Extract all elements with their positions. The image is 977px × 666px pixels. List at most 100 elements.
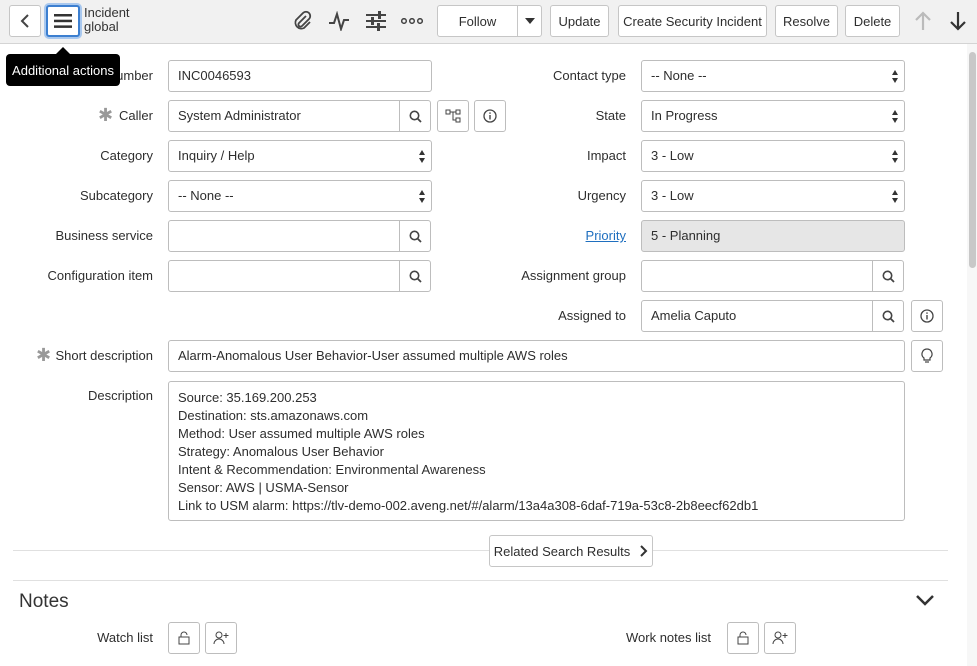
unlock-icon [178, 631, 190, 645]
additional-actions-button[interactable] [46, 5, 80, 37]
add-user-icon [772, 631, 788, 645]
related-search-results-label: Related Search Results [493, 543, 631, 559]
record-scope: global [84, 19, 119, 34]
assignment-group-lookup-button[interactable] [872, 260, 904, 292]
sliders-icon [366, 11, 386, 31]
business-service-lookup-button[interactable] [399, 220, 431, 252]
subcategory-select[interactable]: -- None -- [168, 180, 432, 212]
hamburger-menu-icon [54, 14, 72, 28]
record-table-name: Incident [84, 5, 130, 20]
work-notes-lock-button[interactable] [727, 622, 759, 654]
back-button[interactable] [9, 5, 41, 37]
caller-hierarchy-button[interactable] [437, 100, 469, 132]
priority-link[interactable]: Priority [586, 228, 626, 243]
category-value: Inquiry / Help [178, 148, 255, 163]
assigned-to-field[interactable]: Amelia Caputo [641, 300, 873, 332]
short-description-label: Short description [55, 348, 153, 363]
description-label: Description [87, 388, 153, 403]
work-notes-add-me-button[interactable] [764, 622, 796, 654]
vertical-scrollbar[interactable] [967, 44, 977, 666]
number-value: INC0046593 [178, 68, 251, 83]
assignment-group-label: Assignment group [521, 268, 626, 283]
contact-type-select[interactable]: -- None -- [641, 60, 905, 92]
personalize-form-button[interactable] [361, 6, 391, 36]
chevron-left-icon [20, 14, 29, 28]
impact-label: Impact [586, 148, 626, 163]
business-service-field[interactable] [168, 220, 400, 252]
update-button-label: Update [558, 13, 601, 29]
info-icon [920, 309, 934, 323]
category-select[interactable]: Inquiry / Help [168, 140, 432, 172]
create-security-incident-button[interactable]: Create Security Incident [618, 5, 767, 37]
configuration-item-label: Configuration item [47, 268, 154, 283]
assigned-to-lookup-button[interactable] [872, 300, 904, 332]
watch-list-label: Watch list [97, 630, 153, 645]
more-options-button[interactable] [397, 6, 427, 36]
org-chart-icon [445, 109, 461, 123]
follow-button-label: Follow [458, 13, 497, 29]
delete-button[interactable]: Delete [845, 5, 900, 37]
configuration-item-field[interactable] [168, 260, 400, 292]
search-icon [882, 270, 895, 283]
description-line: Intent & Recommendation: Environmental A… [178, 462, 486, 477]
activity-stream-button[interactable] [324, 6, 354, 36]
impact-select[interactable]: 3 - Low [641, 140, 905, 172]
search-icon [409, 230, 422, 243]
arrow-down-icon [950, 12, 966, 31]
description-textarea[interactable]: Source: 35.169.200.253 Destination: sts.… [168, 381, 905, 521]
search-icon [409, 270, 422, 283]
next-record-button[interactable] [943, 6, 973, 36]
additional-actions-tooltip: Additional actions [6, 47, 120, 86]
category-label: Category [100, 148, 153, 163]
description-line: Link to USM alarm: https://tlv-demo-002.… [178, 498, 759, 513]
urgency-select[interactable]: 3 - Low [641, 180, 905, 212]
priority-value: 5 - Planning [651, 228, 721, 243]
assigned-to-info-button[interactable] [911, 300, 943, 332]
notes-collapse-button[interactable] [915, 594, 937, 612]
assignment-group-field[interactable] [641, 260, 873, 292]
urgency-value: 3 - Low [651, 188, 694, 203]
subcategory-value: -- None -- [178, 188, 234, 203]
update-button[interactable]: Update [550, 5, 609, 37]
assigned-to-label: Assigned to [558, 308, 626, 323]
caller-field[interactable]: System Administrator [168, 100, 400, 132]
ellipsis-icon [401, 18, 423, 24]
notes-section-title: Notes [19, 591, 69, 612]
watch-list-lock-button[interactable] [168, 622, 200, 654]
search-icon [882, 310, 895, 323]
scrollbar-thumb[interactable] [969, 52, 976, 268]
tooltip-text: Additional actions [12, 62, 114, 78]
caller-value: System Administrator [178, 108, 301, 123]
state-label: State [595, 108, 626, 123]
configuration-item-lookup-button[interactable] [399, 260, 431, 292]
follow-dropdown-button[interactable] [517, 5, 542, 37]
related-search-results-button[interactable]: Related Search Results [489, 535, 653, 567]
number-field[interactable]: INC0046593 [168, 60, 432, 92]
watch-list-add-me-button[interactable] [205, 622, 237, 654]
arrow-up-icon [915, 11, 931, 30]
short-description-field[interactable]: Alarm-Anomalous User Behavior-User assum… [168, 340, 905, 372]
attachment-button[interactable] [287, 6, 317, 36]
short-description-value: Alarm-Anomalous User Behavior-User assum… [178, 348, 568, 363]
follow-button[interactable]: Follow [437, 5, 518, 37]
caller-label: Caller [119, 108, 153, 123]
description-line: Strategy: Anomalous User Behavior [178, 444, 384, 459]
create-security-incident-label: Create Security Incident [623, 13, 762, 29]
contact-type-value: -- None -- [651, 68, 707, 83]
impact-value: 3 - Low [651, 148, 694, 163]
description-line: Source: 35.169.200.253 [178, 390, 317, 405]
paperclip-icon [294, 10, 312, 30]
suggestion-button[interactable] [911, 340, 943, 372]
priority-label[interactable]: Priority [500, 220, 626, 252]
state-select[interactable]: In Progress [641, 100, 905, 132]
info-icon [483, 109, 497, 123]
add-user-icon [213, 631, 229, 645]
assigned-to-value: Amelia Caputo [651, 308, 737, 323]
previous-record-button[interactable] [908, 6, 938, 36]
notes-divider [13, 580, 948, 581]
unlock-icon [737, 631, 749, 645]
description-line: Destination: sts.amazonaws.com [178, 408, 369, 423]
caller-lookup-button[interactable] [399, 100, 431, 132]
lightbulb-icon [921, 348, 933, 363]
resolve-button[interactable]: Resolve [775, 5, 838, 37]
